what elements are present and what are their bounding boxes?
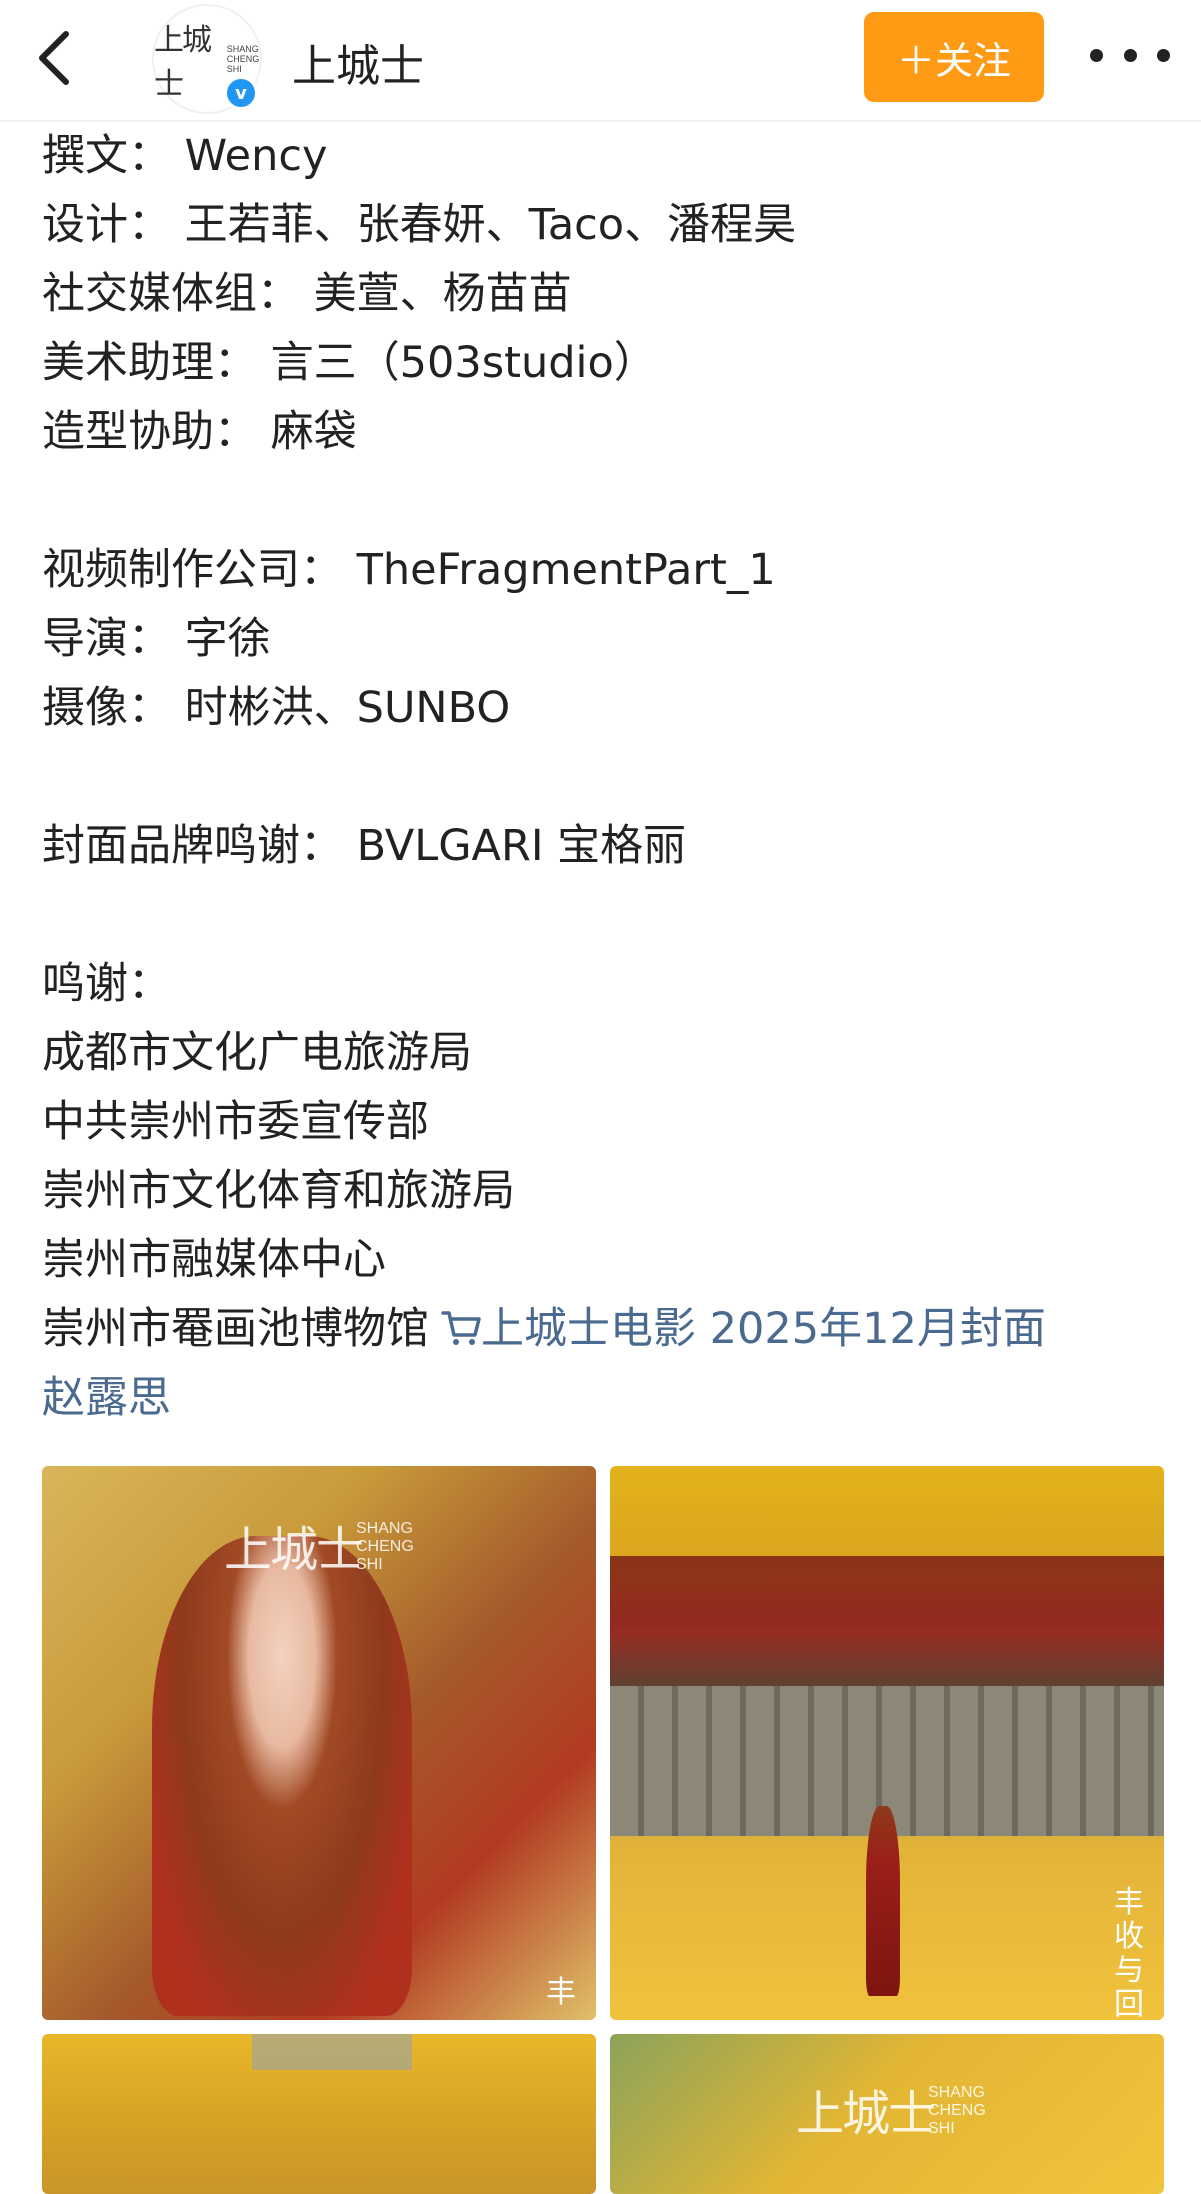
top-nav-bar: 上城士 SHANG CHENG SHI v 上城士 ＋关注 bbox=[0, 0, 1201, 122]
cart-icon bbox=[441, 1311, 481, 1345]
product-link[interactable]: 上城士电影 2025年12月封面 bbox=[429, 1304, 1046, 1354]
photo-1[interactable]: 上城士 SHANG CHENG SHI 丰 bbox=[42, 1466, 596, 2020]
photo-2[interactable]: 丰收与回 bbox=[610, 1466, 1164, 2020]
chevron-left-icon bbox=[39, 31, 69, 85]
photo-4[interactable]: 上城士 SHANG CHENG SHI bbox=[610, 2034, 1164, 2194]
product-link-text[interactable]: 上城士电影 2025年12月封面 bbox=[481, 1304, 1046, 1354]
post-line: 崇州市文化体育和旅游局 bbox=[42, 1166, 515, 1216]
more-dot-icon bbox=[1090, 48, 1103, 62]
magazine-logo-sub: SHANG CHENG SHI bbox=[928, 2084, 986, 2137]
product-link-cont[interactable]: 赵露思 bbox=[42, 1364, 1172, 1433]
post-line: 视频制作公司： TheFragmentPart_1 bbox=[42, 545, 776, 595]
post-line: 造型协助： 麻袋 bbox=[42, 407, 357, 457]
post-line: 撰文： Wency bbox=[42, 131, 328, 181]
photo-3[interactable] bbox=[42, 2034, 596, 2194]
follow-button[interactable]: ＋关注 bbox=[864, 12, 1044, 102]
post-line: 成都市文化广电旅游局 bbox=[42, 1028, 472, 1078]
post-line: 封面品牌鸣谢： BVLGARI 宝格丽 bbox=[42, 821, 687, 871]
post-line: 鸣谢： bbox=[42, 959, 171, 1009]
more-options-button[interactable] bbox=[1090, 30, 1170, 80]
more-dot-icon bbox=[1157, 48, 1170, 62]
magazine-logo: 上城士 bbox=[796, 2086, 936, 2142]
avatar-logo: 上城士 bbox=[154, 23, 212, 102]
post-line-text: 崇州市罨画池博物馆 bbox=[42, 1304, 429, 1354]
temple-building bbox=[610, 1556, 1164, 1686]
account-name[interactable]: 上城士 bbox=[292, 30, 424, 94]
post-line: 摄像： 时彬洪、SUNBO bbox=[42, 683, 511, 733]
post-line: 美术助理： 言三（503studio） bbox=[42, 338, 657, 388]
post-line-with-link: 崇州市罨画池博物馆 上城士电影 2025年12月封面 bbox=[42, 1295, 1172, 1364]
building-glimpse bbox=[252, 2034, 412, 2070]
magazine-side-text: 丰收与回 bbox=[1114, 1885, 1144, 2021]
post-line: 崇州市融媒体中心 bbox=[42, 1235, 386, 1285]
verified-badge-icon: v bbox=[224, 76, 258, 110]
portrait-figure bbox=[152, 1536, 412, 2016]
magazine-side-text: 丰 bbox=[546, 1975, 576, 2010]
magazine-logo-sub: SHANG CHENG SHI bbox=[356, 1520, 414, 1573]
walking-figure bbox=[866, 1806, 900, 1996]
post-line: 中共崇州市委宣传部 bbox=[42, 1097, 429, 1147]
post-line: 设计： 王若菲、张春妍、Taco、潘程昊 bbox=[42, 200, 797, 250]
magazine-logo: 上城士 bbox=[224, 1522, 364, 1578]
back-button[interactable] bbox=[22, 22, 86, 94]
post-line: 导演： 字徐 bbox=[42, 614, 271, 664]
post-line: 社交媒体组： 美萱、杨苗苗 bbox=[42, 269, 572, 319]
post-body: 撰文： Wency 设计： 王若菲、张春妍、Taco、潘程昊 社交媒体组： 美萱… bbox=[42, 122, 1172, 1433]
avatar-logo-sub: SHANG CHENG SHI bbox=[226, 44, 260, 74]
more-dot-icon bbox=[1123, 48, 1137, 62]
